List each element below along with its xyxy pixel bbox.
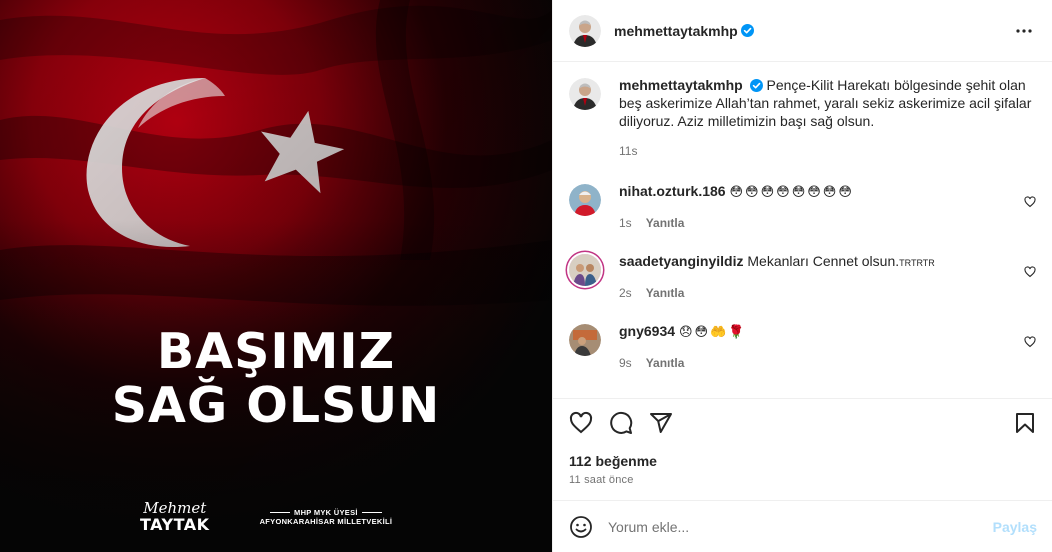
likes-count[interactable]: 112 beğenme	[553, 453, 1052, 469]
comment-item: gny6934 😞😳🤲🌹 9s Yanıtla	[569, 322, 1036, 372]
comment-text: 😳😳😳😳😳😳😳😳	[729, 185, 854, 200]
comment-age[interactable]: 9s	[619, 354, 632, 372]
caption-age[interactable]: 11s	[619, 142, 637, 160]
post-image[interactable]: BAŞIMIZ SAĞ OLSUN Mehmet TAYTAK MHP MYK …	[0, 0, 552, 552]
comment-text: 😞😳🤲🌹	[678, 325, 747, 340]
bookmark-icon[interactable]	[1013, 411, 1037, 435]
verified-badge-icon	[740, 24, 754, 37]
turkish-flag-image	[0, 0, 552, 552]
comment-item: nihat.ozturk.186 😳😳😳😳😳😳😳😳 1s Yanıtla	[569, 182, 1036, 232]
profile-photo-icon	[569, 14, 601, 47]
avatar[interactable]	[569, 324, 601, 356]
profile-photo-icon	[569, 254, 601, 286]
like-comment-icon[interactable]	[1024, 336, 1036, 348]
headline-line-1: BAŞIMIZ	[156, 323, 396, 380]
reply-button[interactable]: Yanıtla	[646, 354, 685, 372]
signature-script: Mehmet	[143, 498, 207, 517]
caption: mehmettaytakmhp Pençe-Kilit Harekatı böl…	[569, 76, 1036, 160]
like-comment-icon[interactable]	[1024, 266, 1036, 278]
avatar[interactable]	[569, 184, 601, 216]
headline: BAŞIMIZ SAĞ OLSUN	[0, 325, 552, 433]
divider	[361, 512, 382, 513]
post-side-panel: mehmettaytakmhp mehmettaytakmhp Pençe-Ki…	[552, 0, 1052, 552]
comment-age[interactable]: 1s	[619, 214, 632, 232]
comment-text: Mekanları Cennet olsun.	[747, 253, 900, 269]
avatar[interactable]	[569, 14, 601, 47]
share-icon[interactable]	[649, 411, 673, 435]
verified-badge-icon	[749, 79, 763, 92]
profile-photo-icon	[569, 78, 601, 110]
reply-button[interactable]: Yanıtla	[646, 284, 685, 302]
comment-username[interactable]: nihat.ozturk.186	[619, 183, 726, 199]
emoji-picker-icon[interactable]	[569, 515, 593, 539]
post-actions-area: 112 beğenme 11 saat önce	[553, 398, 1052, 486]
profile-photo-icon	[569, 324, 601, 356]
post-header: mehmettaytakmhp	[553, 0, 1052, 62]
signature-surname: TAYTAK	[140, 514, 210, 534]
post-timestamp[interactable]: 11 saat önce	[553, 474, 1052, 486]
signature-titles: MHP MYK ÜYESİ AFYONKARAHİSAR MİLLETVEKİL…	[260, 508, 393, 526]
more-options-icon[interactable]	[1012, 19, 1036, 43]
avatar[interactable]	[569, 254, 601, 286]
signature-title-2: AFYONKARAHİSAR MİLLETVEKİLİ	[259, 517, 393, 526]
comment-icon[interactable]	[609, 411, 633, 435]
comment-age[interactable]: 2s	[619, 284, 632, 302]
comment-suffix: TRTRTR	[899, 258, 935, 268]
post-comment-button[interactable]: Paylaş	[993, 519, 1037, 535]
comment-username[interactable]: saadetyanginyildiz	[619, 253, 743, 269]
caption-username[interactable]: mehmettaytakmhp	[619, 77, 743, 93]
add-comment-bar: Paylaş	[553, 500, 1052, 552]
comment-username[interactable]: gny6934	[619, 323, 675, 339]
instagram-post: BAŞIMIZ SAĞ OLSUN Mehmet TAYTAK MHP MYK …	[0, 0, 1052, 552]
avatar[interactable]	[569, 78, 601, 110]
headline-line-2: SAĞ OLSUN	[111, 377, 441, 434]
profile-photo-icon	[569, 184, 601, 216]
comment-item: saadetyanginyildiz Mekanları Cennet olsu…	[569, 252, 1036, 302]
reply-button[interactable]: Yanıtla	[646, 214, 685, 232]
like-comment-icon[interactable]	[1024, 196, 1036, 208]
crescents-emblem-icon	[215, 503, 240, 533]
header-username[interactable]: mehmettaytakmhp	[614, 23, 738, 39]
signature-block: Mehmet TAYTAK MHP MYK ÜYESİ AFYONKARAHİS…	[140, 495, 392, 539]
action-bar	[553, 399, 1052, 447]
comment-input[interactable]	[608, 518, 993, 535]
divider	[270, 512, 291, 513]
signature-title-1: MHP MYK ÜYESİ	[294, 508, 358, 517]
signature-name: Mehmet TAYTAK	[140, 498, 210, 534]
comments-list[interactable]: mehmettaytakmhp Pençe-Kilit Harekatı böl…	[553, 62, 1052, 398]
heart-icon[interactable]	[569, 411, 593, 435]
